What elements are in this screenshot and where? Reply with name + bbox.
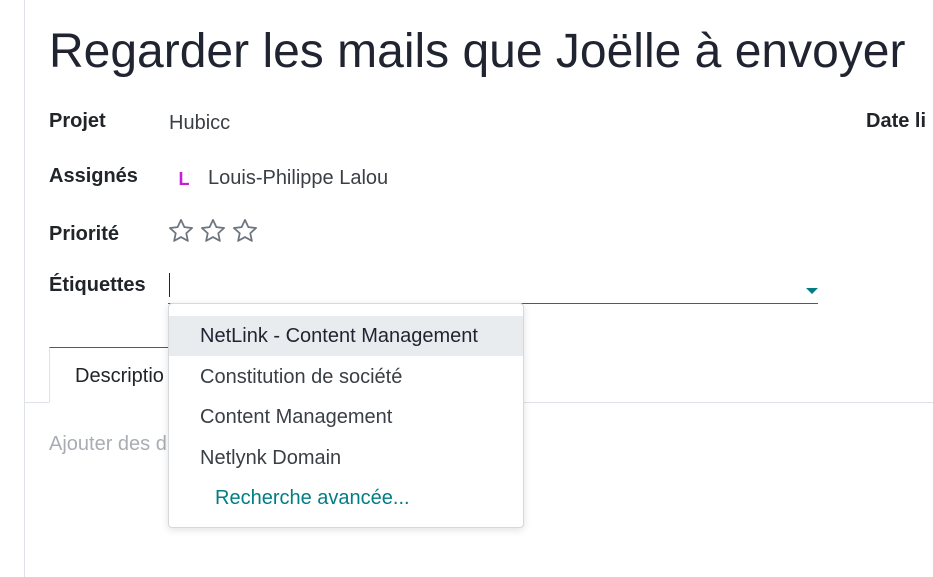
priority-star-icon[interactable]: [231, 217, 259, 245]
avatar[interactable]: L: [172, 167, 196, 191]
priority-star-icon[interactable]: [199, 217, 227, 245]
dropdown-option[interactable]: Content Management: [169, 397, 523, 437]
dropdown-option[interactable]: Netlynk Domain: [169, 438, 523, 478]
description-placeholder[interactable]: Ajouter des d: [49, 433, 167, 456]
tags-label: Étiquettes: [49, 274, 146, 296]
deadline-label: Date li: [866, 110, 927, 132]
priority-star-icon[interactable]: [167, 217, 195, 245]
tags-input[interactable]: [168, 272, 818, 304]
tab-description-label: Descriptio: [75, 365, 164, 387]
text-caret: [169, 273, 170, 297]
task-title[interactable]: Regarder les mails que Joëlle à envoyer: [49, 22, 905, 82]
priority-label: Priorité: [49, 223, 120, 245]
priority-stars: [167, 217, 259, 245]
tags-autocomplete-dropdown: NetLink - Content Management Constitutio…: [168, 303, 524, 528]
project-label: Projet: [49, 110, 106, 132]
dropdown-option[interactable]: Constitution de société: [169, 357, 523, 397]
assignee-name[interactable]: Louis-Philippe Lalou: [208, 167, 388, 190]
left-panel-border: [24, 0, 25, 577]
advanced-search-link[interactable]: Recherche avancée...: [169, 478, 523, 518]
dropdown-option[interactable]: NetLink - Content Management: [169, 316, 523, 356]
chevron-down-icon[interactable]: [806, 288, 818, 294]
assignees-label: Assignés: [49, 165, 138, 187]
project-value[interactable]: Hubicc: [169, 112, 230, 135]
avatar-initial: L: [178, 168, 190, 189]
